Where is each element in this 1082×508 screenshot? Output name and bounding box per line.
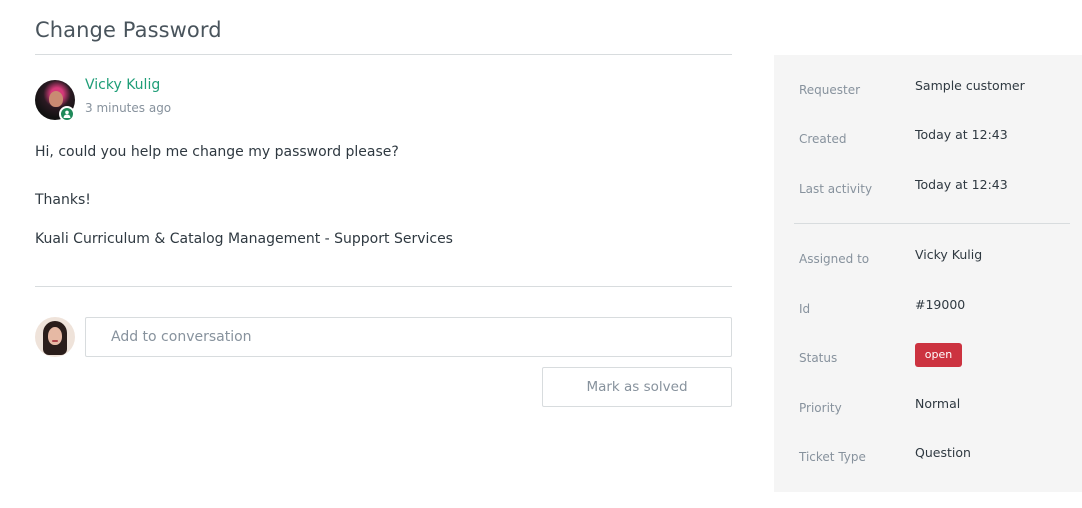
last-activity-value: Today at 12:43 (915, 177, 1008, 192)
priority-value: Normal (915, 396, 961, 411)
author-name-link[interactable]: Vicky Kulig (85, 77, 160, 93)
assigned-to-value: Vicky Kulig (915, 247, 983, 262)
message-line: Thanks! (35, 192, 91, 208)
mark-solved-button[interactable]: Mark as solved (542, 367, 732, 407)
message-signature: Kuali Curriculum & Catalog Management - … (35, 231, 453, 247)
status-label: Status (799, 351, 838, 365)
assigned-to-label: Assigned to (799, 252, 870, 266)
ticket-type-label: Ticket Type (799, 450, 866, 464)
priority-label: Priority (799, 401, 842, 415)
current-user-avatar (35, 317, 75, 357)
message-timestamp: 3 minutes ago (85, 101, 172, 115)
ticket-type-value: Question (915, 445, 971, 460)
created-value: Today at 12:43 (915, 127, 1008, 142)
conversation-divider (35, 286, 732, 287)
message-line: Hi, could you help me change my password… (35, 144, 399, 160)
sidebar-divider (794, 223, 1070, 224)
requester-label: Requester (799, 83, 861, 97)
last-activity-label: Last activity (799, 182, 873, 196)
created-label: Created (799, 132, 847, 146)
author-avatar (35, 80, 75, 122)
conversation-input[interactable] (85, 317, 732, 357)
ticket-details-sidebar: Requester Sample customer Created Today … (774, 55, 1082, 492)
header-divider (35, 54, 732, 55)
id-value: #19000 (915, 297, 966, 312)
id-label: Id (799, 302, 811, 316)
status-badge: open (915, 343, 962, 367)
page-title: Change Password (35, 18, 222, 43)
user-icon (59, 106, 75, 122)
requester-value: Sample customer (915, 78, 1025, 93)
avatar-face (49, 91, 63, 107)
